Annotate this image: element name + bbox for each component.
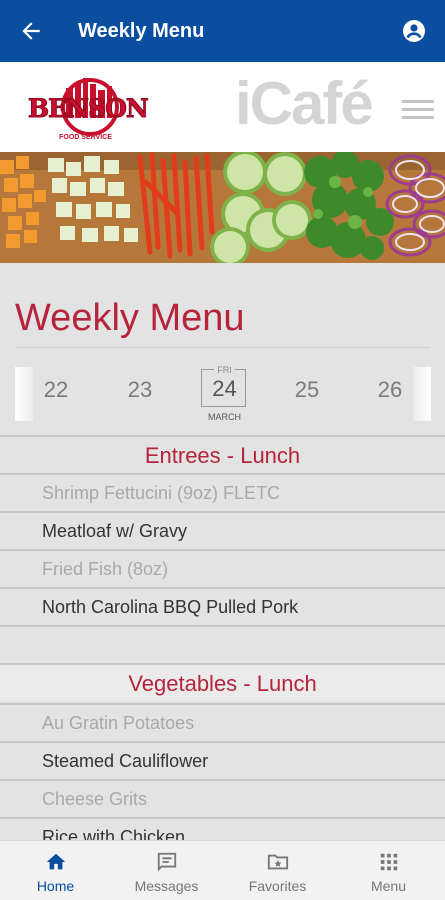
nav-menu[interactable]: Menu [333, 841, 444, 900]
account-button[interactable] [383, 0, 445, 62]
selected-day-number: 24 [212, 376, 237, 401]
benson-logo: BENSON FOOD SERVICE [28, 74, 150, 146]
arrow-left-icon [22, 22, 40, 40]
grid-icon [380, 853, 397, 871]
selected-day-of-week: FRI [214, 365, 235, 375]
message-icon [157, 852, 176, 872]
menu-item[interactable]: Meatloaf w/ Gravy [0, 511, 445, 549]
menu-item[interactable]: Au Gratin Potatoes [0, 703, 445, 741]
section-heading: Vegetables - Lunch [128, 671, 317, 696]
nav-messages[interactable]: Messages [111, 841, 222, 900]
nav-label: Messages [134, 878, 199, 894]
brand-bar: BENSON FOOD SERVICE iCafé [0, 62, 445, 152]
date-strip-right-edge[interactable] [413, 367, 431, 421]
menu-item-label: Au Gratin Potatoes [42, 713, 195, 733]
home-icon [46, 853, 65, 870]
menu-item[interactable]: Fried Fish (8oz) [0, 549, 445, 587]
app-brand-name: iCafé [235, 70, 374, 137]
app-bar: Weekly Menu [0, 0, 445, 62]
date-item[interactable]: 22 [26, 377, 86, 403]
section-heading: Entrees - Lunch [144, 443, 301, 468]
menu-item[interactable]: Cheese Grits [0, 779, 445, 817]
bottom-navigation: Home Messages Favorites Menu [0, 840, 445, 900]
weekly-menu-content: Weekly Menu 22 23 FRI 24 MARCH 25 26 Ent… [0, 263, 445, 840]
nav-home[interactable]: Home [0, 841, 111, 900]
menu-item-label: Rice with Chicken [42, 827, 186, 840]
date-item[interactable]: 26 [360, 377, 420, 403]
selected-month: MARCH [208, 412, 241, 422]
nav-favorites[interactable]: Favorites [222, 841, 333, 900]
logo-text: BENSON [28, 94, 150, 124]
nav-label: Favorites [248, 878, 307, 894]
menu-item-label: Fried Fish (8oz) [42, 559, 169, 579]
nav-label: Menu [370, 878, 407, 894]
section-spacer [0, 625, 445, 663]
nav-label: Home [36, 878, 75, 894]
menu-item[interactable]: Shrimp Fettucini (9oz) FLETC [0, 473, 445, 511]
account-circle-icon [403, 20, 425, 42]
menu-item[interactable]: Steamed Cauliflower [0, 741, 445, 779]
menu-item[interactable]: North Carolina BBQ Pulled Pork [0, 587, 445, 625]
vegetables-banner-image [0, 152, 445, 263]
date-item-selected[interactable]: FRI 24 MARCH [201, 365, 246, 422]
date-strip[interactable]: 22 23 FRI 24 MARCH 25 26 [0, 365, 445, 425]
section-header-entrees: Entrees - Lunch [0, 435, 445, 473]
logo-subtext: FOOD SERVICE [59, 134, 112, 141]
back-button[interactable] [0, 0, 62, 62]
folder-star-icon [267, 854, 288, 870]
menu-item-label: Cheese Grits [42, 789, 148, 809]
menu-item-label: North Carolina BBQ Pulled Pork [42, 597, 299, 617]
menu-item-label: Shrimp Fettucini (9oz) FLETC [42, 483, 281, 503]
section-header-vegetables: Vegetables - Lunch [0, 663, 445, 701]
title-divider [15, 347, 430, 348]
date-item[interactable]: 25 [277, 377, 337, 403]
hamburger-icon[interactable] [402, 100, 434, 120]
menu-item-label: Meatloaf w/ Gravy [42, 521, 188, 541]
menu-item[interactable]: Rice with Chicken [0, 817, 445, 840]
date-item[interactable]: 23 [110, 377, 170, 403]
menu-item-label: Steamed Cauliflower [42, 751, 209, 771]
app-bar-title: Weekly Menu [78, 19, 205, 42]
page-title: Weekly Menu [15, 297, 245, 339]
